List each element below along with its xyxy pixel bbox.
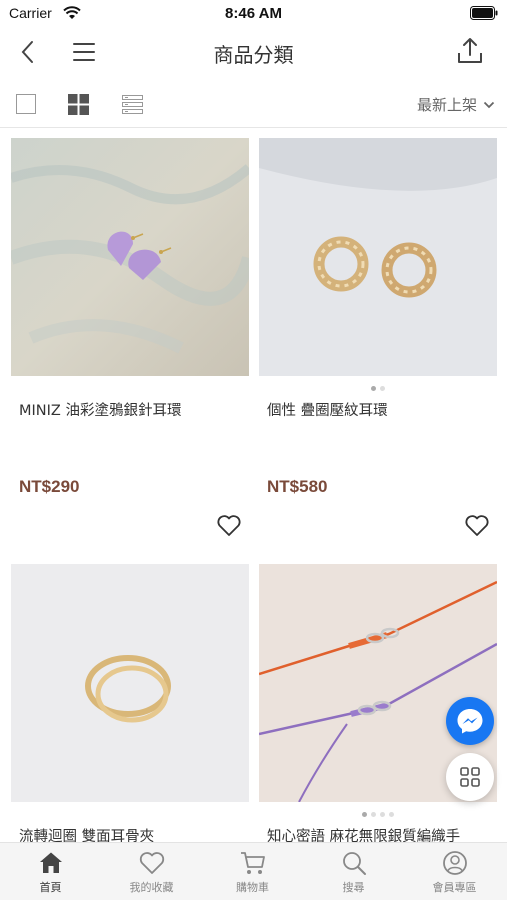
product-card[interactable]: 流轉迴圈 雙面耳骨夾 bbox=[11, 564, 249, 845]
bottom-tab-bar: 首頁 我的收藏 購物車 搜尋 會員專區 bbox=[0, 842, 507, 900]
tab-label: 搜尋 bbox=[342, 881, 365, 894]
grid-view-icon[interactable] bbox=[68, 94, 89, 115]
category-grid-button[interactable] bbox=[446, 753, 494, 801]
toolbar-divider bbox=[0, 127, 507, 128]
product-image[interactable] bbox=[11, 564, 249, 802]
clock: 8:46 AM bbox=[225, 5, 282, 22]
chevron-down-icon bbox=[483, 101, 495, 108]
tab-label: 首頁 bbox=[39, 881, 62, 894]
favorite-heart-icon[interactable] bbox=[216, 514, 242, 538]
home-icon bbox=[39, 852, 62, 873]
product-price: NT$580 bbox=[267, 477, 328, 496]
tab-label: 購物車 bbox=[236, 881, 269, 894]
sort-label: 最新上架 bbox=[416, 96, 477, 114]
status-bar: Carrier 8:46 AM bbox=[0, 0, 507, 28]
tab-cart[interactable]: 購物車 bbox=[202, 849, 303, 900]
battery-icon bbox=[470, 6, 498, 20]
cart-icon bbox=[240, 852, 265, 874]
messenger-button[interactable] bbox=[446, 697, 494, 745]
image-pagination bbox=[259, 809, 497, 820]
tab-label: 會員專區 bbox=[432, 881, 477, 894]
product-card[interactable]: 個性 疊圈壓紋耳環 NT$580 bbox=[259, 138, 497, 536]
product-image[interactable] bbox=[259, 138, 497, 376]
search-icon bbox=[342, 852, 366, 875]
sort-dropdown[interactable]: 最新上架 bbox=[417, 94, 495, 115]
view-toolbar: 最新上架 bbox=[0, 84, 507, 124]
product-name[interactable]: MINIZ 油彩塗鴉銀針耳環 bbox=[19, 399, 181, 420]
tab-search[interactable]: 搜尋 bbox=[303, 849, 404, 900]
tab-home[interactable]: 首頁 bbox=[0, 849, 101, 900]
page-title: 商品分類 bbox=[213, 43, 294, 67]
user-icon bbox=[442, 851, 467, 875]
single-view-icon[interactable] bbox=[16, 94, 36, 114]
messenger-icon bbox=[457, 709, 483, 734]
image-pagination bbox=[259, 383, 497, 394]
product-card[interactable]: MINIZ 油彩塗鴉銀針耳環 NT$290 bbox=[11, 138, 249, 536]
tab-member[interactable]: 會員專區 bbox=[404, 849, 505, 900]
nav-bar: 商品分類 bbox=[0, 28, 507, 76]
share-icon[interactable] bbox=[455, 36, 485, 66]
tab-favorites[interactable]: 我的收藏 bbox=[101, 849, 202, 900]
product-image[interactable] bbox=[11, 138, 249, 376]
product-name[interactable]: 個性 疊圈壓紋耳環 bbox=[267, 399, 388, 420]
favorite-heart-icon[interactable] bbox=[464, 514, 490, 538]
tab-label: 我的收藏 bbox=[129, 881, 174, 894]
product-price: NT$290 bbox=[19, 477, 80, 496]
grid-icon bbox=[460, 767, 480, 787]
list-view-icon[interactable] bbox=[122, 94, 143, 115]
heart-icon bbox=[139, 852, 164, 874]
